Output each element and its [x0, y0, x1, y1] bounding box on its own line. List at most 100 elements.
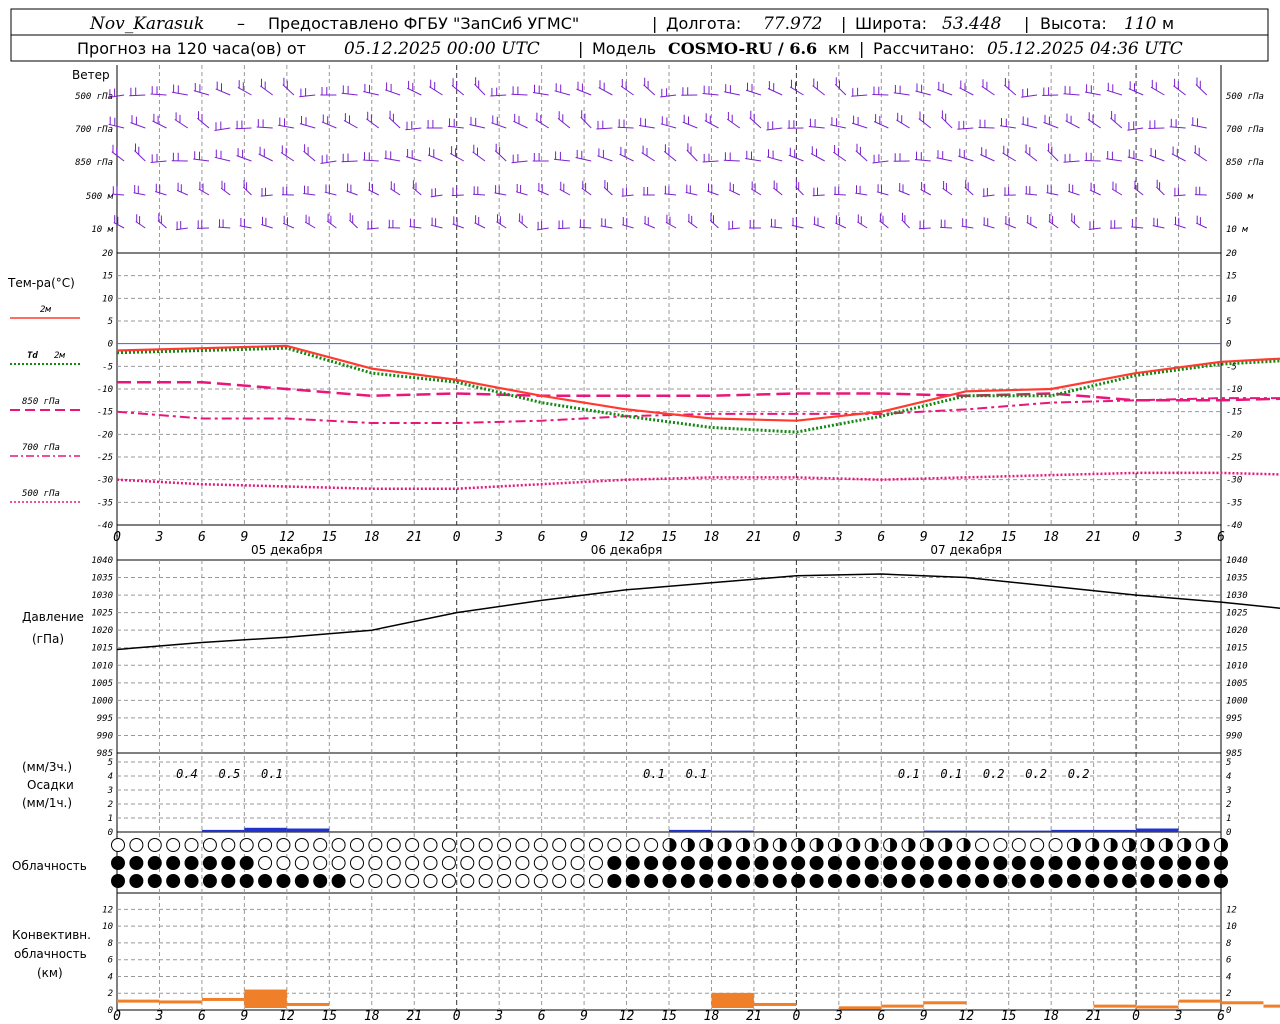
cloud-symbol-fill [1129, 838, 1136, 852]
cloud-symbol [846, 856, 861, 870]
cloud-symbol [202, 856, 217, 870]
cloud-symbol-fill [945, 838, 952, 852]
wind-barb [474, 77, 486, 96]
cloud-symbol [313, 874, 328, 888]
x-tick-temp: 3 [494, 530, 503, 545]
cloud-symbol [588, 838, 603, 852]
precip-tick-right: 3 [1225, 786, 1231, 796]
wind-barb [770, 218, 783, 229]
cloud-symbol-fill [1073, 838, 1081, 852]
conv-tick-left: 12 [102, 905, 113, 915]
cloud-symbol-fill [798, 838, 805, 852]
wind-barb [724, 84, 740, 96]
x-tick-bottom: 21 [746, 1009, 762, 1024]
cloud-symbol [1158, 874, 1173, 888]
cloud-symbol [864, 874, 879, 888]
cloud-symbol [460, 838, 475, 852]
x-tick-bottom: 21 [1086, 1009, 1102, 1024]
x-tick-temp: 6 [538, 530, 546, 545]
cloud-symbol [441, 874, 456, 888]
wind-barb [787, 120, 804, 129]
cloud-symbol [662, 874, 677, 888]
cloud-symbol [221, 856, 236, 870]
conv-bar [1136, 1005, 1179, 1009]
cloud-symbol [1195, 874, 1210, 888]
cloud-symbol [239, 874, 254, 888]
cloud-symbol [901, 856, 916, 870]
cloud-symbol [533, 856, 548, 870]
wind-barb [596, 120, 613, 130]
conv-bar [1178, 999, 1221, 1003]
press-tick-right: 1035 [1226, 574, 1248, 584]
cloud-symbol [607, 838, 622, 852]
wind-barb [1003, 78, 1017, 96]
cloud-symbol [552, 874, 567, 888]
wind-barb [686, 143, 698, 162]
wind-barb [198, 181, 210, 196]
wind-barb [1106, 82, 1123, 96]
cloud-symbol [1011, 838, 1026, 852]
legend-label: 700 гПа [22, 443, 60, 453]
pressure-line [116, 573, 1280, 651]
header: Nov_Karasuk – Предоставлено ФГБУ "ЗапСиб… [10, 8, 1269, 62]
cloud-symbol [129, 838, 144, 852]
date-label: 07 декабря [930, 543, 1002, 557]
wind-barb [749, 220, 761, 229]
wind-barb [1194, 186, 1207, 196]
cloud-symbol [1030, 838, 1045, 852]
precip-tick-left: 2 [108, 800, 113, 810]
wind-barb [600, 218, 613, 229]
wind-barb [941, 110, 953, 129]
cloud-symbol [129, 874, 144, 888]
press-tick-right: 995 [1226, 714, 1242, 724]
wind-barb [1133, 180, 1144, 196]
cloud-symbol [497, 856, 512, 870]
precip-amount-label: 0.2 [1025, 767, 1047, 781]
x-tick-temp: 6 [198, 530, 206, 545]
temp-title: Тем-ра(°C) [7, 276, 75, 290]
wind-barb [239, 218, 252, 229]
precip-bar [329, 831, 372, 832]
cloud-symbol [919, 874, 934, 888]
calc-label: Рассчитано: [873, 39, 975, 58]
precip-tick-right: 2 [1226, 800, 1231, 810]
cloud-symbol [239, 838, 254, 852]
cloud-symbol [349, 874, 364, 888]
conv-bar [838, 1006, 882, 1010]
x-tick-temp: 0 [792, 530, 800, 545]
wind-barb [171, 152, 188, 162]
press-tick-right: 1000 [1226, 696, 1248, 706]
wind-barb [1026, 215, 1038, 229]
wind-barb [1109, 220, 1122, 229]
wind-barb [557, 111, 571, 129]
cloud-symbol [680, 874, 695, 888]
wind-barb [872, 154, 889, 164]
wind-barb [728, 182, 741, 196]
wind-barb [813, 216, 825, 229]
wind-barb [580, 110, 592, 129]
temp-tick-left: 15 [102, 272, 113, 282]
x-tick-bottom: 21 [406, 1009, 422, 1024]
cloud-symbol [202, 838, 217, 852]
press-tick-right: 1010 [1226, 661, 1248, 671]
alt-unit: м [1162, 14, 1174, 33]
cloud-symbol [405, 838, 420, 852]
cloud-symbol [368, 856, 383, 870]
cloud-symbol-fill [1184, 838, 1191, 852]
cloud-symbol-fill [926, 838, 934, 852]
conv-tick-left: 8 [108, 939, 113, 949]
wind-barb [982, 187, 995, 197]
wind-barb [978, 119, 995, 129]
cloud-symbol [166, 856, 181, 870]
precip-amount-label: 0.1 [940, 767, 962, 781]
wind-barb [130, 115, 146, 129]
cloud-symbol [1048, 874, 1063, 888]
cloud-symbol [294, 856, 309, 870]
wind-barb [278, 117, 294, 129]
conv-tick-left: 4 [108, 972, 113, 982]
cloud-symbols [111, 838, 1228, 888]
cloud-symbol [497, 838, 512, 852]
cloud-symbol [331, 838, 346, 852]
cloud-symbol-fill [1147, 838, 1154, 852]
cloud-symbol [975, 874, 990, 888]
